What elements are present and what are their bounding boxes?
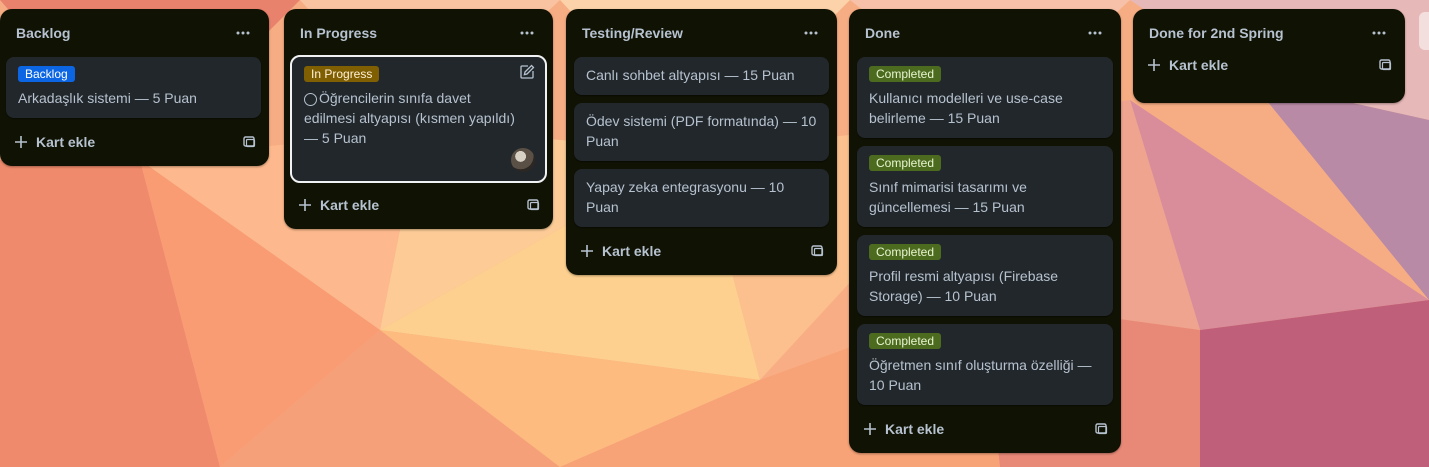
label-badge: Backlog	[18, 66, 75, 82]
avatar[interactable]	[511, 148, 535, 172]
list-done-2nd-spring: Done for 2nd Spring Kart ekle	[1133, 9, 1405, 103]
list-header: Done	[849, 9, 1121, 57]
label-badge: In Progress	[304, 66, 380, 82]
list-testing-review: Testing/Review Canlı sohbet altyapısı — …	[566, 9, 837, 275]
list-title[interactable]: In Progress	[300, 25, 377, 41]
plus-icon	[864, 423, 876, 435]
list-title[interactable]: Backlog	[16, 25, 70, 41]
ellipsis-icon	[1372, 31, 1386, 35]
card[interactable]: Completed Sınıf mimarisi tasarımı ve gün…	[857, 146, 1113, 227]
list-footer: Kart ekle	[849, 405, 1121, 453]
board: Backlog Backlog Arkadaşlık sistemi — 5 P…	[0, 0, 1429, 467]
list-header: Testing/Review	[566, 9, 837, 57]
list-menu-button[interactable]	[799, 21, 823, 45]
add-card-button[interactable]: Kart ekle	[1147, 57, 1228, 73]
add-card-button[interactable]: Kart ekle	[863, 421, 944, 437]
list-menu-button[interactable]	[1367, 21, 1391, 45]
add-card-label: Kart ekle	[320, 197, 380, 213]
plus-icon	[1148, 59, 1160, 71]
card-template-icon[interactable]	[525, 197, 541, 213]
card-title: Yapay zeka entegrasyonu — 10 Puan	[586, 179, 785, 215]
list-title[interactable]: Testing/Review	[582, 25, 683, 41]
card[interactable]: Completed Profil resmi altyapısı (Fireba…	[857, 235, 1113, 316]
list-header: In Progress	[284, 9, 553, 57]
card[interactable]: Canlı sohbet altyapısı — 15 Puan	[574, 57, 829, 95]
list-menu-button[interactable]	[515, 21, 539, 45]
card-list: Canlı sohbet altyapısı — 15 Puan Ödev si…	[566, 57, 837, 227]
add-card-button[interactable]: Kart ekle	[298, 197, 379, 213]
list-header: Done for 2nd Spring	[1133, 9, 1405, 57]
card-list: Backlog Arkadaşlık sistemi — 5 Puan	[0, 57, 269, 118]
card[interactable]: Backlog Arkadaşlık sistemi — 5 Puan	[6, 57, 261, 118]
card-title: Öğretmen sınıf oluşturma özelliği — 10 P…	[869, 357, 1092, 393]
add-card-button[interactable]: Kart ekle	[14, 134, 95, 150]
list-menu-button[interactable]	[231, 21, 255, 45]
list-backlog: Backlog Backlog Arkadaşlık sistemi — 5 P…	[0, 9, 269, 166]
plus-icon	[15, 136, 27, 148]
label-badge: Completed	[869, 244, 942, 260]
list-done: Done Completed Kullanıcı modelleri ve us…	[849, 9, 1121, 453]
plus-icon	[581, 245, 593, 257]
ellipsis-icon	[804, 31, 818, 35]
add-card-button[interactable]: Kart ekle	[580, 243, 661, 259]
circle-check-icon[interactable]	[304, 93, 317, 106]
card-template-icon[interactable]	[241, 134, 257, 150]
add-list-tab[interactable]	[1419, 12, 1429, 50]
card-title: Profil resmi altyapısı (Firebase Storage…	[869, 268, 1059, 304]
card-title: Canlı sohbet altyapısı — 15 Puan	[586, 67, 795, 83]
list-header: Backlog	[0, 9, 269, 57]
card[interactable]: Completed Kullanıcı modelleri ve use-cas…	[857, 57, 1113, 138]
card[interactable]: Completed Öğretmen sınıf oluşturma özell…	[857, 324, 1113, 405]
list-footer: Kart ekle	[284, 181, 553, 229]
ellipsis-icon	[1088, 31, 1102, 35]
add-card-label: Kart ekle	[1169, 57, 1229, 73]
card-template-icon[interactable]	[809, 243, 825, 259]
list-footer: Kart ekle	[0, 118, 269, 166]
card-list: In Progress Öğrencilerin sınıfa davet ed…	[284, 55, 553, 183]
card[interactable]: Yapay zeka entegrasyonu — 10 Puan	[574, 169, 829, 227]
list-footer: Kart ekle	[1133, 57, 1405, 103]
plus-icon	[299, 199, 311, 211]
card-title-text: Öğrencilerin sınıfa davet edilmesi altya…	[304, 90, 515, 146]
add-card-label: Kart ekle	[885, 421, 945, 437]
card[interactable]: Ödev sistemi (PDF formatında) — 10 Puan	[574, 103, 829, 161]
list-title[interactable]: Done for 2nd Spring	[1149, 25, 1284, 41]
list-footer: Kart ekle	[566, 227, 837, 275]
card[interactable]: In Progress Öğrencilerin sınıfa davet ed…	[290, 55, 547, 183]
add-card-label: Kart ekle	[602, 243, 662, 259]
list-in-progress: In Progress In Progress Öğrencilerin sın…	[284, 9, 553, 229]
ellipsis-icon	[236, 31, 250, 35]
card-template-icon[interactable]	[1377, 57, 1393, 73]
card-title: Ödev sistemi (PDF formatında) — 10 Puan	[586, 113, 817, 149]
pencil-icon[interactable]	[519, 64, 535, 80]
ellipsis-icon	[520, 31, 534, 35]
card-template-icon[interactable]	[1093, 421, 1109, 437]
label-badge: Completed	[869, 333, 942, 349]
add-card-label: Kart ekle	[36, 134, 96, 150]
card-list: Completed Kullanıcı modelleri ve use-cas…	[849, 57, 1121, 405]
card-title: Sınıf mimarisi tasarımı ve güncellemesi …	[869, 179, 1027, 215]
label-badge: Completed	[869, 155, 942, 171]
card-title: Arkadaşlık sistemi — 5 Puan	[18, 90, 197, 106]
card-title: Öğrencilerin sınıfa davet edilmesi altya…	[304, 88, 533, 148]
card-title: Kullanıcı modelleri ve use-case belirlem…	[869, 90, 1063, 126]
label-badge: Completed	[869, 66, 942, 82]
list-menu-button[interactable]	[1083, 21, 1107, 45]
list-title[interactable]: Done	[865, 25, 900, 41]
